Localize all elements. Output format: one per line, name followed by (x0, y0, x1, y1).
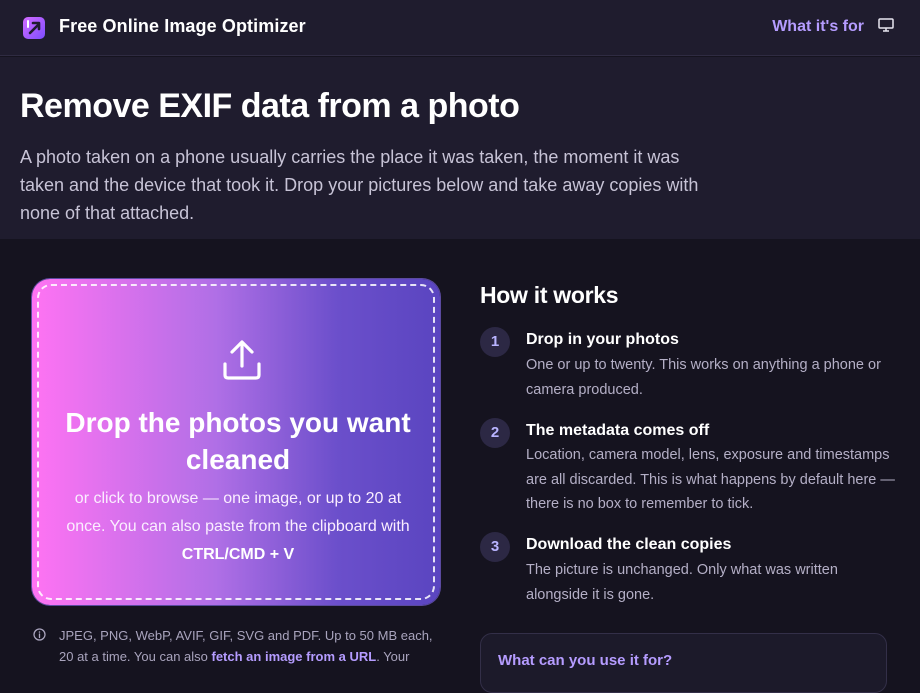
step-description-2: Location, camera model, lens, exposure a… (526, 447, 895, 512)
file-drop-zone[interactable]: Drop the photos you want cleaned or clic… (32, 279, 440, 605)
faq-card[interactable]: What can you use it for? (480, 633, 887, 693)
step-number-2: 2 (480, 418, 510, 448)
nav-link-what-its-for[interactable]: What it's for (772, 18, 864, 36)
monitor-icon[interactable] (878, 17, 894, 33)
step-title-1: Drop in your photos (526, 331, 679, 348)
step-description-3: The picture is unchanged. Only what was … (526, 562, 838, 603)
step-description-1: One or up to twenty. This works on anyth… (526, 357, 881, 398)
page-title: Remove EXIF data from a photo (20, 87, 520, 125)
info-icon (33, 628, 46, 641)
how-it-works-heading: How it works (480, 282, 619, 308)
optimizer-logo-icon[interactable] (22, 14, 48, 42)
top-bar: Free Online Image Optimizer What it's fo… (0, 0, 920, 56)
brand-name[interactable]: Free Online Image Optimizer (59, 16, 306, 37)
step-title-3: Download the clean copies (526, 536, 732, 553)
step-title-2: The metadata comes off (526, 422, 710, 439)
drop-zone-border: Drop the photos you want cleaned or clic… (37, 284, 435, 600)
hero-section: Remove EXIF data from a photo A photo ta… (0, 57, 920, 239)
drop-zone-subtitle-text: or click to browse — one image, or up to… (66, 490, 410, 535)
step-number-3: 3 (480, 532, 510, 562)
drop-zone-title: Drop the photos you want cleaned (65, 407, 411, 475)
fetch-url-link[interactable]: fetch an image from a URL (212, 649, 377, 664)
paste-shortcut: CTRL/CMD + V (181, 546, 295, 563)
upload-icon (223, 340, 261, 380)
drop-zone-subtitle: or click to browse — one image, or up to… (59, 485, 417, 569)
step-number-1: 1 (480, 327, 510, 357)
hero-description: A photo taken on a phone usually carries… (20, 147, 699, 223)
formats-text-suffix: . Your (376, 649, 410, 664)
faq-title: What can you use it for? (498, 652, 673, 669)
supported-formats-note: JPEG, PNG, WebP, AVIF, GIF, SVG and PDF.… (59, 625, 449, 667)
